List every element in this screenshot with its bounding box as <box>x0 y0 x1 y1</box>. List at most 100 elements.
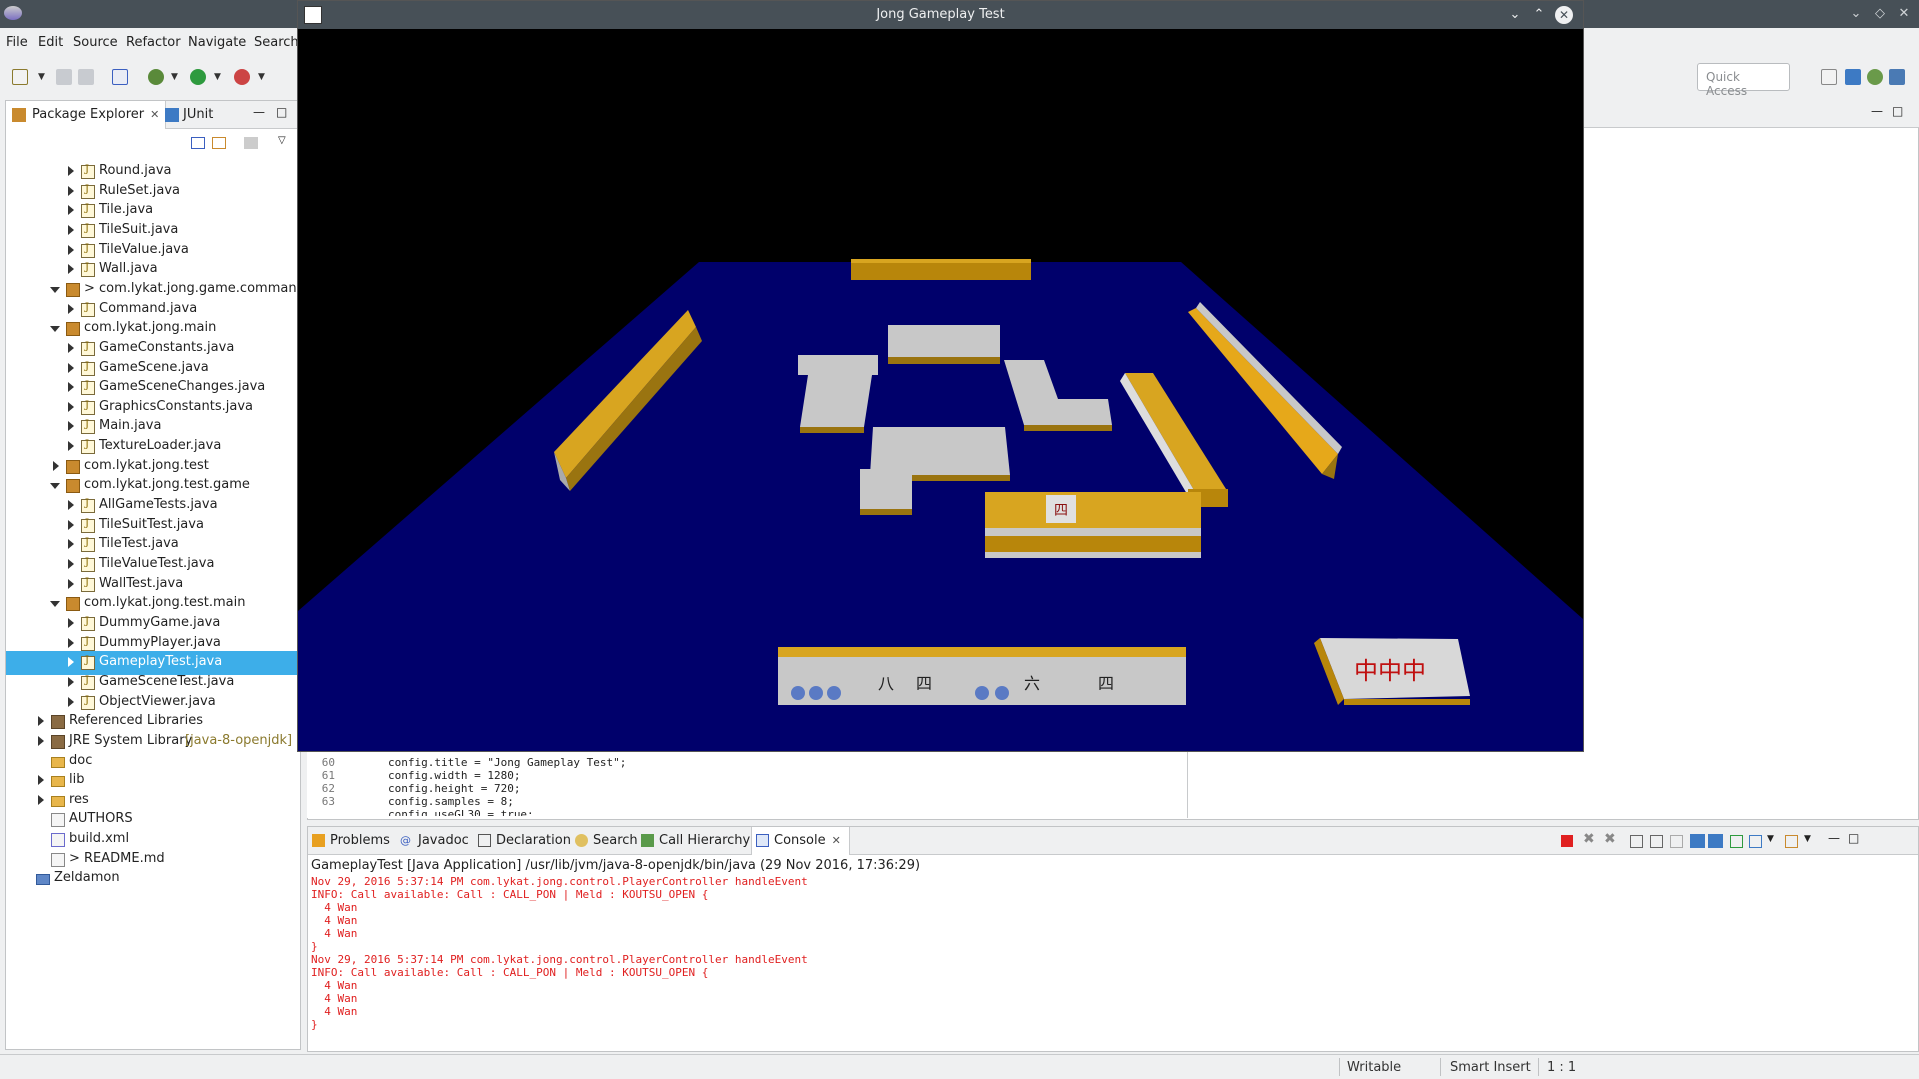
link-with-editor-icon[interactable] <box>212 137 226 149</box>
debug-perspective-icon[interactable] <box>1867 69 1883 85</box>
chevron-right-icon[interactable] <box>68 264 74 275</box>
minimize-icon[interactable]: — <box>1828 831 1840 845</box>
chevron-right-icon[interactable] <box>68 401 74 412</box>
tree-item-label: TileValue.java <box>99 241 189 257</box>
chevron-down-icon[interactable]: ▼ <box>214 72 221 82</box>
chevron-right-icon[interactable] <box>53 460 59 471</box>
chevron-right-icon[interactable] <box>68 578 74 589</box>
open-console-icon[interactable] <box>1785 835 1798 848</box>
chevron-down-icon[interactable] <box>50 326 60 333</box>
tab-problems[interactable]: Problems <box>308 827 394 855</box>
tab-search[interactable]: Search <box>571 827 642 855</box>
chevron-right-icon[interactable] <box>68 519 74 530</box>
chevron-right-icon[interactable] <box>68 224 74 235</box>
chevron-right-icon[interactable] <box>68 539 74 550</box>
java-browsing-icon[interactable] <box>1889 69 1905 85</box>
chevron-right-icon[interactable] <box>68 617 74 628</box>
chevron-right-icon[interactable] <box>68 205 74 216</box>
show-on-stderr-icon[interactable] <box>1708 834 1723 848</box>
chevron-right-icon[interactable] <box>38 794 44 805</box>
word-wrap-icon[interactable] <box>1670 835 1683 848</box>
console-output[interactable]: Nov 29, 2016 5:37:14 PM com.lykat.jong.c… <box>311 875 1911 1050</box>
minimize-icon[interactable]: — <box>1871 104 1883 118</box>
minimize-icon[interactable]: ⌄ <box>1505 5 1525 25</box>
chevron-down-icon[interactable]: ▼ <box>1804 834 1811 844</box>
chevron-right-icon[interactable] <box>68 637 74 648</box>
chevron-right-icon[interactable] <box>38 775 44 786</box>
maximize-icon[interactable]: □ <box>1892 104 1903 118</box>
view-menu-icon[interactable]: ▽ <box>278 135 286 146</box>
chevron-right-icon[interactable] <box>68 421 74 432</box>
game-window[interactable]: Jong Gameplay Test ⌄ ⌃ ✕ 四 八 四 六 四 中中中 <box>297 0 1584 752</box>
tree-item-label: DummyGame.java <box>99 614 221 630</box>
close-icon[interactable]: ✕ <box>1555 6 1573 24</box>
minimize-icon[interactable]: — <box>253 105 265 119</box>
chevron-right-icon[interactable] <box>68 559 74 569</box>
tab-declaration[interactable]: Declaration <box>474 827 575 855</box>
run-icon[interactable] <box>190 69 206 85</box>
chevron-right-icon[interactable] <box>68 441 74 452</box>
new-icon[interactable] <box>12 69 28 85</box>
chevron-down-icon[interactable]: ▼ <box>1767 834 1774 844</box>
chevron-right-icon[interactable] <box>68 303 74 314</box>
chevron-right-icon[interactable] <box>68 382 74 393</box>
chevron-down-icon[interactable]: ▼ <box>258 72 265 82</box>
chevron-down-icon[interactable] <box>50 483 60 490</box>
external-tools-icon[interactable] <box>234 69 250 85</box>
tab-javadoc[interactable]: @ Javadoc <box>396 827 473 855</box>
chevron-right-icon[interactable] <box>68 342 74 353</box>
remove-all-launches-icon[interactable]: ✖ <box>1604 831 1616 847</box>
chevron-down-icon[interactable]: ▼ <box>38 72 45 82</box>
chevron-down-icon[interactable]: ▼ <box>171 72 178 82</box>
close-icon[interactable]: ✕ <box>150 108 159 121</box>
maximize-icon[interactable]: ⌃ <box>1529 5 1549 25</box>
clear-console-icon[interactable] <box>1630 835 1643 848</box>
menu-edit[interactable]: Edit <box>38 35 63 50</box>
remove-launch-icon[interactable]: ✖ <box>1583 831 1595 847</box>
chevron-down-icon[interactable] <box>50 601 60 608</box>
tab-junit[interactable]: JUnit <box>161 101 219 129</box>
chevron-right-icon[interactable] <box>68 166 74 176</box>
tree-item[interactable]: Zeldamon <box>6 867 300 891</box>
save-icon[interactable] <box>56 69 72 85</box>
chevron-right-icon[interactable] <box>68 185 74 196</box>
collapse-all-icon[interactable] <box>191 137 205 149</box>
chevron-right-icon[interactable] <box>68 362 74 373</box>
chevron-right-icon[interactable] <box>68 500 74 511</box>
terminate-icon[interactable] <box>1561 835 1573 847</box>
maximize-icon[interactable]: □ <box>276 105 287 119</box>
chevron-right-icon[interactable] <box>38 716 44 727</box>
show-on-stdout-icon[interactable] <box>1690 834 1705 848</box>
menu-search[interactable]: Search <box>254 35 299 50</box>
chevron-down-icon[interactable] <box>50 286 60 293</box>
close-icon[interactable]: ✕ <box>1894 4 1914 24</box>
debug-icon[interactable] <box>148 69 164 85</box>
menu-refactor[interactable]: Refactor <box>126 35 181 50</box>
menu-navigate[interactable]: Navigate <box>188 35 246 50</box>
chevron-right-icon[interactable] <box>68 657 74 668</box>
chevron-right-icon[interactable] <box>68 244 74 255</box>
chevron-right-icon[interactable] <box>68 696 74 707</box>
maximize-icon[interactable]: □ <box>1848 831 1859 845</box>
java-perspective-icon[interactable] <box>1845 69 1861 85</box>
chevron-right-icon[interactable] <box>68 676 74 687</box>
tab-call-hierarchy[interactable]: Call Hierarchy <box>637 827 754 855</box>
filter-icon[interactable] <box>244 137 258 149</box>
restore-icon[interactable]: ◇ <box>1870 4 1890 24</box>
chevron-right-icon[interactable] <box>38 735 44 746</box>
menu-source[interactable]: Source <box>73 35 118 50</box>
menu-file[interactable]: File <box>6 35 28 50</box>
display-console-icon[interactable] <box>1749 835 1762 848</box>
save-all-icon[interactable] <box>78 69 94 85</box>
scroll-lock-icon[interactable] <box>1650 835 1663 848</box>
code-editor[interactable]: 60 config.title = "Jong Gameplay Test"; … <box>307 752 1187 818</box>
game-canvas[interactable]: 四 八 四 六 四 中中中 <box>298 29 1583 751</box>
pin-console-icon[interactable] <box>1730 835 1743 848</box>
quick-access-field[interactable]: Quick Access <box>1697 63 1790 98</box>
close-icon[interactable]: ✕ <box>832 834 841 847</box>
tab-console[interactable]: Console ✕ <box>751 827 850 855</box>
open-perspective-icon[interactable] <box>1821 69 1837 85</box>
tab-package-explorer[interactable]: Package Explorer ✕ <box>6 101 167 129</box>
skip-breakpoints-icon[interactable] <box>112 69 128 85</box>
minimize-icon[interactable]: ⌄ <box>1846 4 1866 24</box>
